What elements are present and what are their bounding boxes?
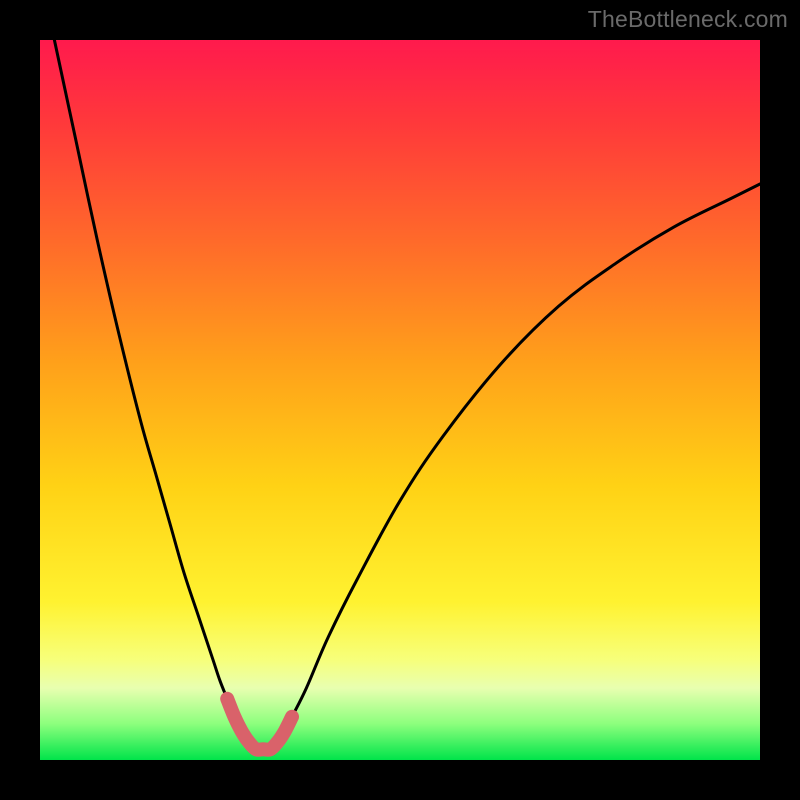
plot-area [40, 40, 760, 760]
curve-left-branch [54, 40, 256, 749]
watermark-text: TheBottleneck.com [588, 6, 788, 33]
curve-right-branch [270, 184, 760, 749]
chart-frame: TheBottleneck.com [0, 0, 800, 800]
curve-layer [40, 40, 760, 760]
valley-marker-line [227, 699, 292, 750]
